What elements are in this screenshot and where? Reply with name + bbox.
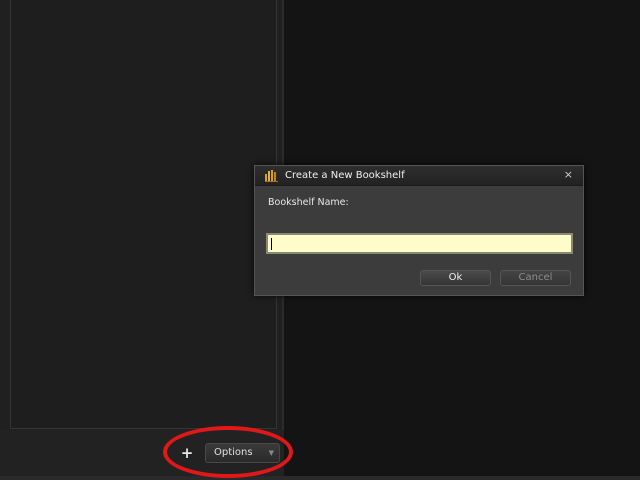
cancel-button[interactable]: Cancel [500, 270, 571, 286]
text-caret [271, 238, 272, 250]
create-bookshelf-dialog: Create a New Bookshelf × Bookshelf Name:… [254, 165, 584, 296]
bookshelf-list[interactable] [10, 0, 277, 429]
dialog-titlebar[interactable]: Create a New Bookshelf × [255, 166, 583, 186]
bookshelf-name-label: Bookshelf Name: [268, 197, 349, 208]
close-icon[interactable]: × [564, 168, 573, 182]
highlight-annotation [163, 426, 293, 478]
ok-button[interactable]: Ok [420, 270, 491, 286]
dialog-title: Create a New Bookshelf [285, 170, 405, 181]
bookshelf-name-input[interactable] [266, 233, 573, 254]
bottom-border [0, 476, 640, 480]
bookshelf-sidebar [0, 0, 284, 480]
bookshelf-app-icon [265, 170, 278, 182]
app-window: + Options ▼ Create a New Bookshelf × Boo… [0, 0, 640, 480]
